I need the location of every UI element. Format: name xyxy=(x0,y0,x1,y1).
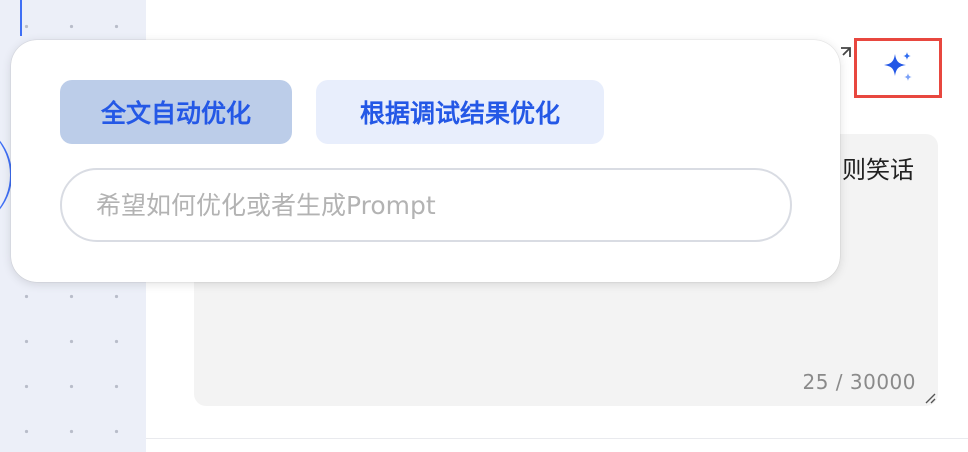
debug-result-optimize-button[interactable]: 根据调试结果优化 xyxy=(316,80,604,144)
resize-handle-icon[interactable] xyxy=(924,392,936,404)
canvas-connector-line xyxy=(20,0,22,36)
full-auto-optimize-button[interactable]: 全文自动优化 xyxy=(60,80,292,144)
sparkle-icon xyxy=(884,52,912,81)
ai-optimize-button[interactable] xyxy=(854,38,942,98)
optimize-instruction-input[interactable] xyxy=(60,168,792,242)
prompt-text: 则笑话 xyxy=(842,156,914,184)
app-stage: 则笑话 25 / 30000 全文自动优化 根据调试结果优化 xyxy=(0,0,968,452)
ai-optimize-popover: 全文自动优化 根据调试结果优化 xyxy=(11,40,840,282)
char-count: 25 / 30000 xyxy=(802,370,916,394)
panel-divider xyxy=(146,438,968,439)
